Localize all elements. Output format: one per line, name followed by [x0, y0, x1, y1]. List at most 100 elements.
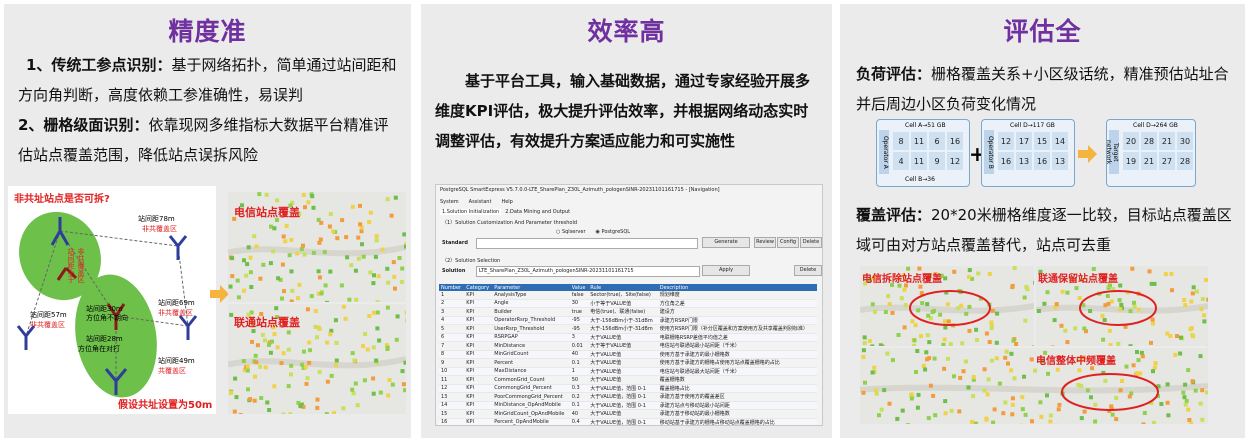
solution-select[interactable]: LTE_SharePlan_Z30L_Azimuth_pologenSINR-2…: [476, 266, 700, 277]
grid-square: [1178, 351, 1183, 356]
table-cell: CommongGrid_Percent: [492, 384, 570, 393]
delete-side-button[interactable]: Delete: [800, 237, 822, 248]
table-row[interactable]: 8 KPI MinGridCount 40 大于VALUE值 使用方基于承建方的最小栅格数: [439, 350, 817, 359]
grid-square: [310, 194, 315, 199]
menu-bar: System Assistant Help: [440, 199, 822, 205]
grid-square: [1103, 378, 1108, 383]
grid-square: [1198, 354, 1203, 359]
grid-square: [329, 328, 334, 333]
grid-square: [322, 250, 327, 255]
grid-square: [1036, 309, 1041, 313]
grid-square: [261, 262, 266, 267]
telecom-coverage-map: 电信站点覆盖: [228, 192, 406, 302]
table-row[interactable]: 6 KPI RSRPGAP 3 大于VALUE值 电联栅格RSRP差值平均值之差: [439, 333, 817, 342]
grid-square: [971, 375, 976, 379]
grid-square: [304, 381, 309, 386]
table-row[interactable]: 9 KPI Percent 0.1 大于VALUE值 使用方基于承建方的栅格占使用方站点覆…: [439, 358, 817, 368]
kpi-table: Number Category Parameter Value Rule Descript…: [439, 284, 817, 425]
table-cell: RSRPGAP: [492, 333, 570, 342]
grid-square: [872, 365, 877, 370]
table-cell: KPI: [464, 316, 493, 325]
generate-button[interactable]: Generate: [702, 237, 750, 248]
telecom-removed-map: 电信拆除站点覆盖: [860, 266, 1034, 346]
grid-square: [345, 255, 350, 260]
menu-assistant[interactable]: Assistant: [469, 199, 492, 205]
table-row[interactable]: 16 KPI Percent_OpAndMobile 0.4 大于VALUE值，范围 0…: [439, 418, 817, 425]
table-cell: 使用方基于承建方的栅格占使用方站点覆盖栅格的占比: [657, 358, 817, 368]
kpi-col-header[interactable]: Description: [657, 284, 817, 291]
table-cell: KPI: [464, 307, 493, 317]
table-cell: Sector(true)、Site(false): [588, 291, 658, 300]
table-cell: 2: [439, 299, 465, 308]
radio-sqlserver[interactable]: ○ Sqlserver: [556, 229, 586, 235]
radio-postgresql[interactable]: ◉ PostgreSQL: [596, 229, 631, 235]
grid-square: [938, 312, 943, 317]
apply-button[interactable]: Apply: [702, 265, 750, 276]
grid-square: [260, 332, 265, 337]
grid-square: [325, 379, 330, 384]
tab-data-mining[interactable]: 2.Data Mining and Output: [505, 209, 570, 215]
grid-square: [308, 348, 312, 353]
standard-select[interactable]: [476, 238, 698, 249]
grid-square: [956, 305, 961, 310]
kpi-col-header[interactable]: Number: [439, 284, 465, 291]
grid-square: [288, 412, 293, 414]
table-row[interactable]: 11 KPI CommonGrid_Count 50 大于VALUE值 覆盖栅格数: [439, 375, 817, 385]
grid-square: [289, 269, 294, 274]
menu-system[interactable]: System: [440, 199, 459, 205]
config-button[interactable]: Config: [777, 237, 799, 248]
grid-square: [281, 351, 286, 356]
grid-square: [299, 247, 304, 252]
table-row[interactable]: 15 KPI MinGridCount_OpAndMobile 40 大于VALUE值承…: [439, 409, 817, 419]
delete-button[interactable]: Delete: [794, 265, 822, 276]
table-row[interactable]: 2 KPI Angle 30 小于等于VALUE值 方位角之差: [439, 299, 817, 308]
grid-square: [1085, 388, 1090, 393]
topology-diagram: 非共址站点是否可拆? 站间距78m 非共覆盖区 站间距小于 非共覆盖区 站间距5…: [8, 186, 216, 414]
grid-square: [399, 279, 404, 284]
grid-square: [942, 337, 947, 342]
grid-square: [1020, 395, 1025, 400]
grid-cell: 15: [1034, 132, 1050, 150]
grid-square: [1173, 352, 1178, 357]
operator-b-grid: Cell D→117 GB Operator B 12 17 15 14 16 13 16 1…: [981, 119, 1075, 187]
table-row[interactable]: 5 KPI UserRsrp_Threshold -95 大于-156dBm小于-31d…: [439, 324, 817, 334]
coverage-text: 覆盖评估：20*20米栅格维度逐一比较，目标站点覆盖区域可由对方站点覆盖替代，站…: [856, 200, 1236, 260]
review-button[interactable]: Review: [754, 237, 776, 248]
kpi-col-header[interactable]: Parameter: [492, 284, 570, 291]
table-cell: KPI: [464, 409, 493, 419]
table-cell: CommonGrid_Count: [492, 375, 570, 385]
table-row[interactable]: 13 KPI PoorCommongGrid_Percent 0.2 大于VALUE值，…: [439, 392, 817, 402]
table-cell: 7: [439, 341, 465, 351]
table-row[interactable]: 1 KPI AnalysisType false Sector(true)、Site(f…: [439, 291, 817, 300]
grid-square: [307, 340, 312, 345]
kpi-col-header[interactable]: Rule: [588, 284, 658, 291]
table-cell: 电联栅格RSRP差值平均值之差: [657, 333, 817, 342]
tab-initialization[interactable]: 1.Solution Initialization: [440, 209, 502, 215]
grid-square: [1010, 402, 1015, 407]
grid-square: [1182, 298, 1187, 302]
table-row[interactable]: 7 KPI MinDistance 0.01 大于等于VALUE值 电信站与联通站最小站间…: [439, 341, 817, 351]
grid-square: [245, 364, 250, 369]
grid-square: [1100, 313, 1105, 318]
kpi-col-header[interactable]: Category: [464, 284, 493, 291]
dist-top-note: 非共覆盖区: [142, 225, 177, 233]
grid-cell: 21: [1159, 132, 1175, 150]
table-row[interactable]: 12 KPI CommongGrid_Percent 0.3 大于VALUE值，范围 0…: [439, 384, 817, 393]
grid-square: [290, 288, 295, 293]
table-row[interactable]: 14 KPI MinDistance_OpAndMobile 0.1 大于VALUE值，…: [439, 401, 817, 410]
grid-square: [371, 376, 376, 381]
grid-square: [924, 350, 929, 355]
table-row[interactable]: 3 KPI Builder true 电信(true)、联通(false) 建设方: [439, 307, 817, 317]
grid-square: [1166, 413, 1171, 418]
grid-square: [1105, 294, 1110, 298]
grid-square: [363, 332, 368, 336]
grid-square: [1147, 269, 1152, 274]
table-row[interactable]: 4 KPI OperatorRsrp_Threshold -95 大于-156dBm小于…: [439, 316, 817, 325]
dist-center2: 站间距28m: [86, 335, 123, 343]
table-row[interactable]: 10 KPI MaxDistance 1 大于VALUE值 电信站与联通站最大站间距（千米…: [439, 367, 817, 376]
grid-square: [361, 344, 365, 349]
menu-help[interactable]: Help: [501, 199, 512, 205]
kpi-col-header[interactable]: Value: [569, 284, 589, 291]
grid-square: [1023, 318, 1028, 323]
table-cell: 10: [439, 367, 465, 376]
